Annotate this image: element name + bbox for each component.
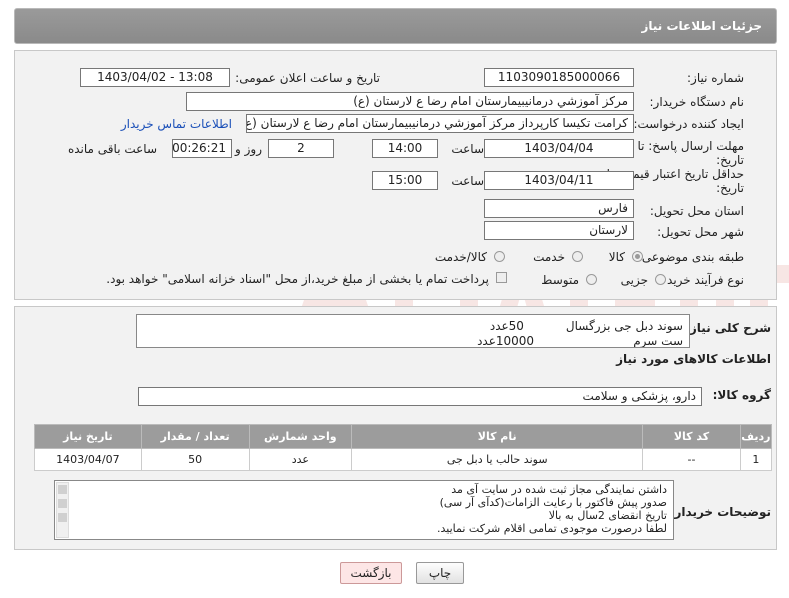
note-line-2: صدور پیش فاکتور با رعایت الزامات(کدآی آر… (439, 496, 667, 509)
goods-group-label: گروه کالا: (712, 388, 771, 402)
cell-unit: عدد (248, 448, 353, 471)
summary-box[interactable]: سوند دبل جی بزرگسال 50عدد ست سرم 10000عد… (136, 314, 690, 348)
announce-label: تاریخ و ساعت اعلان عمومی: (235, 71, 380, 85)
buyer-org-field: مرکز آموزشي درمانيبيمارستان امام رضا ع ل… (186, 92, 634, 111)
category-option-both: کالا/خدمت (434, 250, 487, 264)
category-radio-goods[interactable] (632, 251, 643, 262)
creator-field: کرامت تکیسا کارپرداز مرکز آموزشي درمانيب… (246, 114, 634, 133)
announce-datetime-field: 1403/04/02 - 13:08 (80, 68, 230, 87)
process-option-medium: متوسط (541, 273, 579, 287)
cell-name: سوند حالب یا دبل جی (351, 448, 644, 471)
treasury-payment-checkbox[interactable] (496, 272, 507, 283)
scroll-thumb[interactable] (58, 499, 67, 508)
days-label: روز و (235, 142, 262, 156)
category-option-goods: کالا (608, 250, 625, 264)
scroll-up-arrow-icon[interactable] (58, 485, 67, 494)
goods-group-field: دارو، پزشکی و سلامت (138, 387, 702, 406)
col-unit: واحد شمارش (248, 424, 353, 449)
deadline-time-label: ساعت (451, 142, 484, 156)
cell-quantity: 50 (140, 448, 250, 471)
category-option-service: خدمت (533, 250, 565, 264)
note-line-4: لطفا درصورت موجودی تمامی اقلام شرکت نمای… (436, 522, 667, 535)
validity-time-field: 15:00 (372, 171, 438, 190)
remaining-time-label: ساعت باقی مانده (67, 142, 157, 156)
deadline-label-date: تاریخ: (716, 153, 744, 167)
buyer-notes-box[interactable]: داشتن نمایندگی مجاز ثبت شده در سایت آی م… (54, 480, 674, 540)
remaining-time-field: 00:26:21 (172, 139, 232, 158)
summary-line-1: سوند دبل جی بزرگسال 50عدد (489, 319, 683, 333)
page-title: جزئیات اطلاعات نیاز (641, 19, 762, 33)
cell-date: 1403/04/07 (34, 448, 142, 471)
page-header: جزئیات اطلاعات نیاز (14, 8, 777, 44)
col-row: ردیف (739, 424, 773, 449)
category-radio-service[interactable] (572, 251, 583, 262)
deadline-date-field: 1403/04/04 (484, 139, 634, 158)
buyer-org-label: نام دستگاه خریدار: (649, 95, 745, 109)
validity-time-label: ساعت (451, 174, 484, 188)
col-date: تاریخ نیاز (34, 424, 142, 449)
need-number-label: شماره نیاز: (687, 71, 744, 85)
note-line-1: داشتن نمایندگی مجاز ثبت شده در سایت آی م… (451, 483, 667, 496)
buyer-contact-link[interactable]: اطلاعات تماس خریدار (121, 117, 232, 131)
deadline-label: مهلت ارسال پاسخ: تا (637, 139, 744, 153)
province-field: فارس (484, 199, 634, 218)
goods-table-header: ردیف کد کالا نام کالا واحد شمارش تعداد /… (34, 424, 773, 449)
cell-code: -- (642, 448, 741, 471)
category-label: طبقه بندی موضوعی: (637, 250, 744, 264)
deadline-time-field: 14:00 (372, 139, 438, 158)
col-name: نام کالا (351, 424, 644, 449)
goods-table: ردیف کد کالا نام کالا واحد شمارش تعداد /… (34, 424, 773, 471)
process-type-label: نوع فرآیند خرید : (659, 273, 744, 287)
city-field: لارستان (484, 221, 634, 240)
treasury-payment-note: پرداخت تمام یا بخشی از مبلغ خرید،از محل … (106, 272, 489, 286)
table-row: 1 -- سوند حالب یا دبل جی عدد 50 1403/04/… (34, 448, 773, 471)
validity-label-date: تاریخ: (716, 181, 744, 195)
validity-date-field: 1403/04/11 (484, 171, 634, 190)
col-code: کد کالا (642, 424, 741, 449)
creator-label: ایجاد کننده درخواست: (633, 117, 744, 131)
cell-row: 1 (739, 448, 773, 471)
process-radio-medium[interactable] (586, 274, 597, 285)
notes-scrollbar[interactable] (56, 482, 69, 538)
province-label: استان محل تحویل: (649, 204, 744, 218)
note-line-3: تاریخ انقضای 2سال به بالا (548, 509, 667, 522)
process-radio-minor[interactable] (655, 274, 666, 285)
scroll-down-arrow-icon[interactable] (58, 513, 67, 522)
summary-label: شرح کلی نیاز: (685, 321, 771, 335)
category-radio-both[interactable] (494, 251, 505, 262)
remaining-days-field: 2 (268, 139, 334, 158)
goods-info-title: اطلاعات کالاهای مورد نیاز (616, 352, 771, 366)
need-number-field: 1103090185000066 (484, 68, 634, 87)
buyer-notes-label: توضیحات خریدار: (669, 505, 771, 519)
back-button[interactable]: بازگشت (340, 562, 402, 584)
city-label: شهر محل تحویل: (657, 225, 744, 239)
process-option-minor: جزیی (620, 273, 648, 287)
print-button[interactable]: چاپ (416, 562, 464, 584)
summary-line-2: ست سرم 10000عدد (477, 334, 683, 348)
col-quantity: تعداد / مقدار (140, 424, 250, 449)
